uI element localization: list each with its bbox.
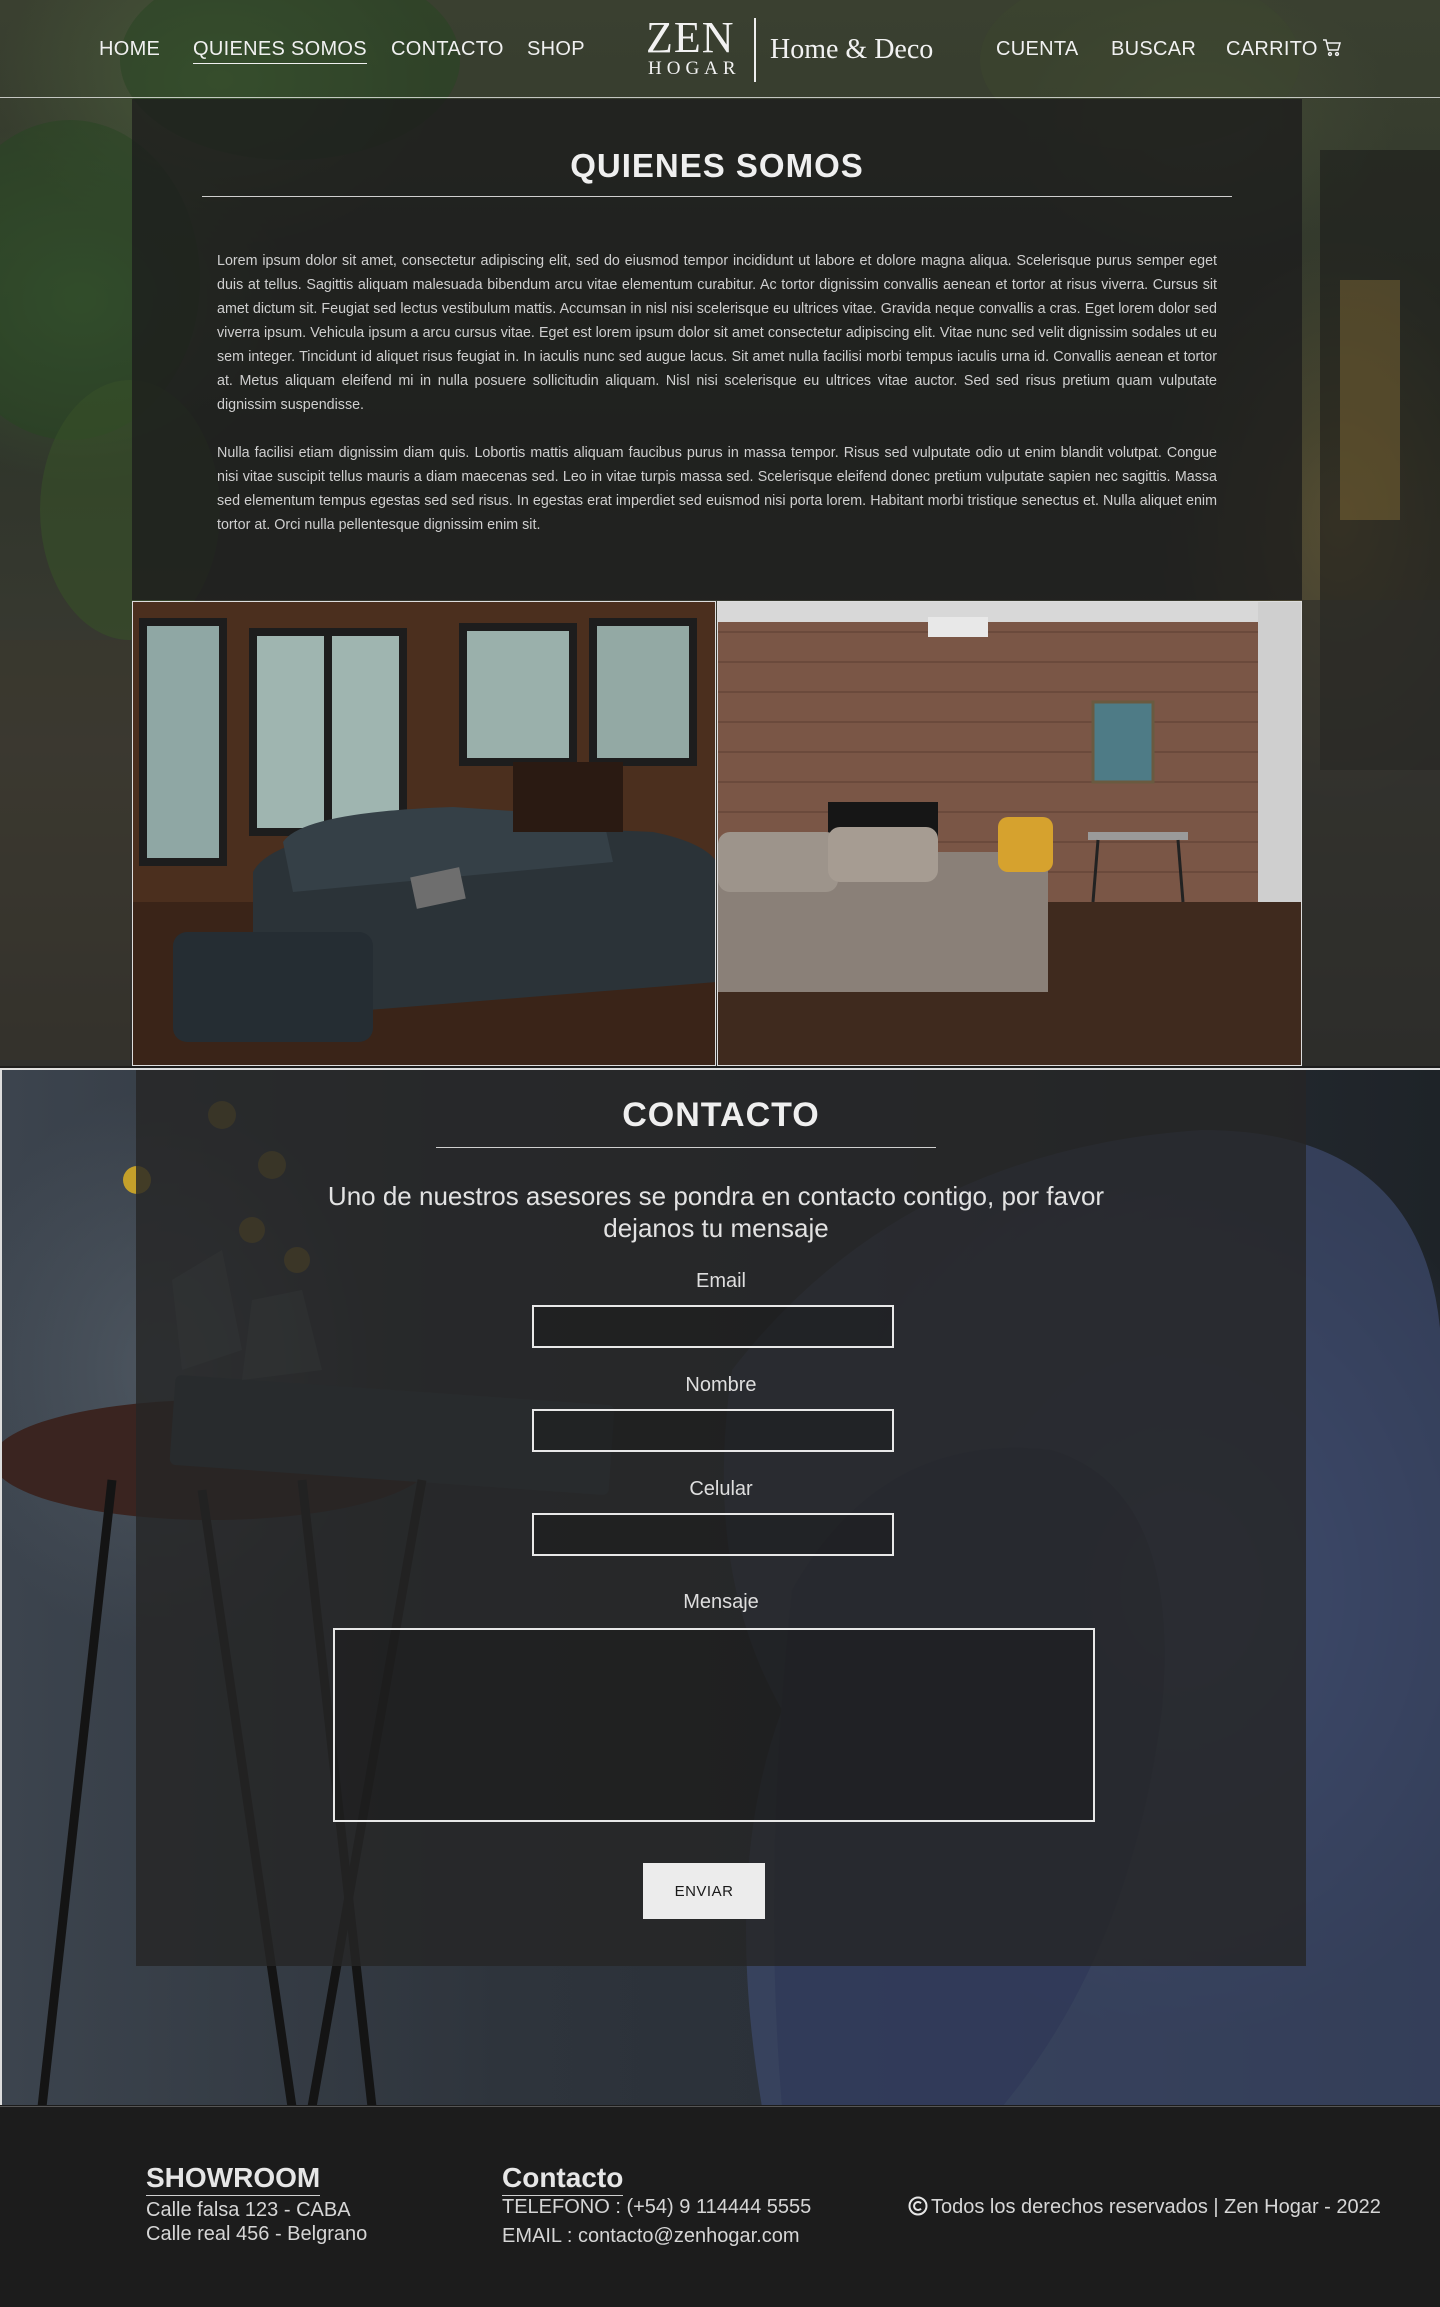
cart-icon — [1322, 38, 1342, 64]
nombre-label: Nombre — [685, 1374, 757, 1396]
nav-quienes-somos[interactable]: QUIENES SOMOS — [193, 38, 367, 64]
living-room-photo — [132, 601, 716, 1066]
footer-address-2: Calle real 456 - Belgrano — [146, 2223, 368, 2245]
footer-showroom-title: SHOWROOM — [146, 2162, 321, 2196]
contact-divider — [436, 1147, 936, 1148]
about-section: QUIENES SOMOS Lorem ipsum dolor sit amet… — [132, 99, 1302, 600]
nav-home[interactable]: HOME — [99, 38, 160, 61]
footer-copyright: Todos los derechos reservados | Zen Hoga… — [908, 2196, 1381, 2222]
email-field[interactable] — [532, 1305, 894, 1348]
nav-shop[interactable]: SHOP — [527, 38, 585, 61]
about-paragraph-1: Lorem ipsum dolor sit amet, consectetur … — [217, 253, 1217, 413]
celular-label: Celular — [689, 1478, 753, 1500]
celular-field[interactable] — [532, 1513, 894, 1556]
brick-room-photo — [717, 601, 1302, 1066]
copyright-icon — [908, 2196, 928, 2222]
nav-contacto[interactable]: CONTACTO — [391, 38, 504, 61]
contact-title: CONTACTO — [622, 1096, 820, 1134]
copyright-text: Todos los derechos reservados | Zen Hoga… — [931, 2196, 1381, 2218]
logo-subtitle: Home & Deco — [770, 34, 934, 65]
nav-buscar[interactable]: BUSCAR — [1111, 38, 1196, 61]
logo-divider — [754, 18, 756, 82]
nombre-field[interactable] — [532, 1409, 894, 1452]
nav-cuenta[interactable]: CUENTA — [996, 38, 1079, 61]
contact-subtitle: Uno de nuestros asesores se pondra en co… — [327, 1181, 1105, 1243]
nav-carrito[interactable]: CARRITO — [1226, 38, 1342, 64]
site-footer: SHOWROOM Calle falsa 123 - CABA Calle re… — [0, 2106, 1440, 2307]
mensaje-field[interactable] — [333, 1628, 1095, 1822]
about-divider — [202, 196, 1232, 197]
about-title: QUIENES SOMOS — [570, 147, 864, 184]
footer-email-link[interactable]: EMAIL : contacto@zenhogar.com — [502, 2225, 800, 2248]
contact-section: CONTACTO Uno de nuestros asesores se pon… — [136, 1070, 1306, 1966]
site-logo[interactable]: ZEN HOGAR Home & Deco — [646, 16, 946, 84]
footer-contacto-title: Contacto — [502, 2162, 624, 2196]
email-label: Email — [695, 1270, 746, 1292]
nav-carrito-label: CARRITO — [1226, 38, 1318, 60]
send-button[interactable]: ENVIAR — [643, 1863, 765, 1919]
footer-address-1: Calle falsa 123 - CABA — [146, 2199, 351, 2221]
site-header: HOME QUIENES SOMOS CONTACTO SHOP ZEN HOG… — [0, 0, 1440, 98]
logo-zen: ZEN — [646, 13, 735, 62]
logo-hogar: HOGAR — [648, 58, 741, 79]
about-paragraph-2: Nulla facilisi etiam dignissim diam quis… — [217, 445, 1217, 533]
footer-telefono: TELEFONO : (+54) 9 114444 5555 — [502, 2196, 812, 2218]
mensaje-label: Mensaje — [683, 1591, 759, 1613]
